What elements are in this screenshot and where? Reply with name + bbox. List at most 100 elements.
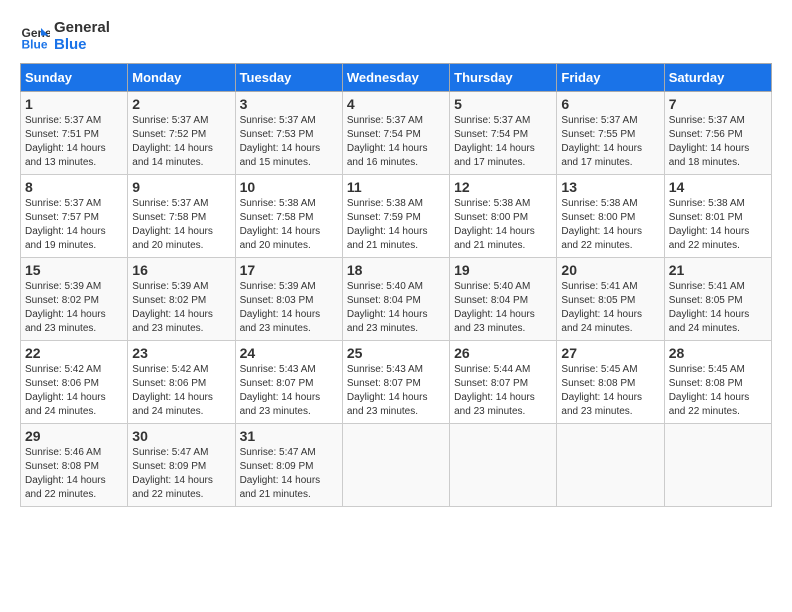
day-number: 31	[240, 428, 338, 444]
day-number: 21	[669, 262, 767, 278]
header-thursday: Thursday	[450, 64, 557, 92]
calendar-cell-22: 22 Sunrise: 5:42 AMSunset: 8:06 PMDayligh…	[21, 341, 128, 424]
day-info: Sunrise: 5:39 AMSunset: 8:02 PMDaylight:…	[25, 280, 123, 336]
header-friday: Friday	[557, 64, 664, 92]
day-info: Sunrise: 5:38 AMSunset: 8:00 PMDaylight:…	[561, 197, 659, 253]
calendar-cell-7: 7 Sunrise: 5:37 AMSunset: 7:56 PMDaylight…	[664, 92, 771, 175]
day-info: Sunrise: 5:37 AMSunset: 7:57 PMDaylight:…	[25, 197, 123, 253]
day-number: 20	[561, 262, 659, 278]
day-number: 6	[561, 96, 659, 112]
calendar-cell-29: 29Sunrise: 5:46 AMSunset: 8:08 PMDayligh…	[21, 424, 128, 507]
header-tuesday: Tuesday	[235, 64, 342, 92]
day-info: Sunrise: 5:37 AMSunset: 7:58 PMDaylight:…	[132, 197, 230, 253]
logo: General Blue General Blue	[20, 20, 110, 53]
day-info: Sunrise: 5:40 AMSunset: 8:04 PMDaylight:…	[347, 280, 445, 336]
day-number: 5	[454, 96, 552, 112]
calendar-week-1: 1 Sunrise: 5:37 AMSunset: 7:51 PMDaylight…	[21, 92, 772, 175]
day-info: Sunrise: 5:41 AMSunset: 8:05 PMDaylight:…	[669, 280, 767, 336]
calendar-week-5: 29Sunrise: 5:46 AMSunset: 8:08 PMDayligh…	[21, 424, 772, 507]
day-info: Sunrise: 5:45 AMSunset: 8:08 PMDaylight:…	[561, 363, 659, 419]
calendar-cell-5: 5 Sunrise: 5:37 AMSunset: 7:54 PMDaylight…	[450, 92, 557, 175]
svg-text:Blue: Blue	[22, 37, 48, 51]
calendar-cell-28: 28 Sunrise: 5:45 AMSunset: 8:08 PMDayligh…	[664, 341, 771, 424]
calendar-cell-1: 1 Sunrise: 5:37 AMSunset: 7:51 PMDaylight…	[21, 92, 128, 175]
day-number: 15	[25, 262, 123, 278]
day-info: Sunrise: 5:38 AMSunset: 7:59 PMDaylight:…	[347, 197, 445, 253]
logo-line2: Blue	[54, 37, 110, 54]
day-number: 16	[132, 262, 230, 278]
calendar-cell-30: 30Sunrise: 5:47 AMSunset: 8:09 PMDayligh…	[128, 424, 235, 507]
calendar-cell-27: 27 Sunrise: 5:45 AMSunset: 8:08 PMDayligh…	[557, 341, 664, 424]
day-info: Sunrise: 5:37 AMSunset: 7:53 PMDaylight:…	[240, 114, 338, 170]
day-number: 2	[132, 96, 230, 112]
day-info: Sunrise: 5:38 AMSunset: 7:58 PMDaylight:…	[240, 197, 338, 253]
day-info: Sunrise: 5:47 AMSunset: 8:09 PMDaylight:…	[240, 446, 338, 502]
day-info: Sunrise: 5:37 AMSunset: 7:55 PMDaylight:…	[561, 114, 659, 170]
calendar-cell-26: 26 Sunrise: 5:44 AMSunset: 8:07 PMDayligh…	[450, 341, 557, 424]
calendar-cell-empty	[450, 424, 557, 507]
day-number: 1	[25, 96, 123, 112]
calendar-table: SundayMondayTuesdayWednesdayThursdayFrid…	[20, 63, 772, 507]
calendar-week-4: 22 Sunrise: 5:42 AMSunset: 8:06 PMDayligh…	[21, 341, 772, 424]
day-number: 30	[132, 428, 230, 444]
day-info: Sunrise: 5:38 AMSunset: 8:01 PMDaylight:…	[669, 197, 767, 253]
day-number: 23	[132, 345, 230, 361]
calendar-week-2: 8Sunrise: 5:37 AMSunset: 7:57 PMDaylight…	[21, 175, 772, 258]
calendar-cell-9: 9 Sunrise: 5:37 AMSunset: 7:58 PMDaylight…	[128, 175, 235, 258]
day-number: 17	[240, 262, 338, 278]
day-number: 9	[132, 179, 230, 195]
day-number: 10	[240, 179, 338, 195]
day-info: Sunrise: 5:43 AMSunset: 8:07 PMDaylight:…	[347, 363, 445, 419]
day-number: 26	[454, 345, 552, 361]
day-number: 12	[454, 179, 552, 195]
calendar-cell-8: 8Sunrise: 5:37 AMSunset: 7:57 PMDaylight…	[21, 175, 128, 258]
calendar-cell-23: 23 Sunrise: 5:42 AMSunset: 8:06 PMDayligh…	[128, 341, 235, 424]
calendar-cell-20: 20 Sunrise: 5:41 AMSunset: 8:05 PMDayligh…	[557, 258, 664, 341]
logo-line1: General	[54, 20, 110, 37]
calendar-cell-19: 19Sunrise: 5:40 AMSunset: 8:04 PMDayligh…	[450, 258, 557, 341]
calendar-cell-21: 21 Sunrise: 5:41 AMSunset: 8:05 PMDayligh…	[664, 258, 771, 341]
calendar-cell-17: 17Sunrise: 5:39 AMSunset: 8:03 PMDayligh…	[235, 258, 342, 341]
day-number: 3	[240, 96, 338, 112]
calendar-cell-13: 13Sunrise: 5:38 AMSunset: 8:00 PMDayligh…	[557, 175, 664, 258]
day-info: Sunrise: 5:40 AMSunset: 8:04 PMDaylight:…	[454, 280, 552, 336]
day-info: Sunrise: 5:37 AMSunset: 7:54 PMDaylight:…	[454, 114, 552, 170]
day-number: 25	[347, 345, 445, 361]
day-number: 11	[347, 179, 445, 195]
day-number: 7	[669, 96, 767, 112]
calendar-week-3: 15 Sunrise: 5:39 AMSunset: 8:02 PMDayligh…	[21, 258, 772, 341]
day-info: Sunrise: 5:37 AMSunset: 7:56 PMDaylight:…	[669, 114, 767, 170]
day-number: 24	[240, 345, 338, 361]
page-header: General Blue General Blue	[20, 20, 772, 53]
header-sunday: Sunday	[21, 64, 128, 92]
calendar-cell-6: 6 Sunrise: 5:37 AMSunset: 7:55 PMDaylight…	[557, 92, 664, 175]
day-info: Sunrise: 5:41 AMSunset: 8:05 PMDaylight:…	[561, 280, 659, 336]
calendar-cell-11: 11 Sunrise: 5:38 AMSunset: 7:59 PMDayligh…	[342, 175, 449, 258]
day-info: Sunrise: 5:42 AMSunset: 8:06 PMDaylight:…	[25, 363, 123, 419]
day-number: 18	[347, 262, 445, 278]
day-info: Sunrise: 5:44 AMSunset: 8:07 PMDaylight:…	[454, 363, 552, 419]
header-saturday: Saturday	[664, 64, 771, 92]
day-info: Sunrise: 5:39 AMSunset: 8:02 PMDaylight:…	[132, 280, 230, 336]
day-number: 27	[561, 345, 659, 361]
day-info: Sunrise: 5:37 AMSunset: 7:51 PMDaylight:…	[25, 114, 123, 170]
calendar-cell-24: 24 Sunrise: 5:43 AMSunset: 8:07 PMDayligh…	[235, 341, 342, 424]
calendar-cell-16: 16 Sunrise: 5:39 AMSunset: 8:02 PMDayligh…	[128, 258, 235, 341]
calendar-cell-10: 10 Sunrise: 5:38 AMSunset: 7:58 PMDayligh…	[235, 175, 342, 258]
day-info: Sunrise: 5:38 AMSunset: 8:00 PMDaylight:…	[454, 197, 552, 253]
calendar-cell-3: 3 Sunrise: 5:37 AMSunset: 7:53 PMDaylight…	[235, 92, 342, 175]
calendar-cell-empty	[664, 424, 771, 507]
day-number: 22	[25, 345, 123, 361]
day-number: 4	[347, 96, 445, 112]
day-info: Sunrise: 5:42 AMSunset: 8:06 PMDaylight:…	[132, 363, 230, 419]
day-number: 28	[669, 345, 767, 361]
calendar-cell-18: 18 Sunrise: 5:40 AMSunset: 8:04 PMDayligh…	[342, 258, 449, 341]
calendar-header-row: SundayMondayTuesdayWednesdayThursdayFrid…	[21, 64, 772, 92]
day-info: Sunrise: 5:37 AMSunset: 7:52 PMDaylight:…	[132, 114, 230, 170]
calendar-cell-empty	[342, 424, 449, 507]
header-wednesday: Wednesday	[342, 64, 449, 92]
calendar-cell-12: 12 Sunrise: 5:38 AMSunset: 8:00 PMDayligh…	[450, 175, 557, 258]
day-info: Sunrise: 5:43 AMSunset: 8:07 PMDaylight:…	[240, 363, 338, 419]
header-monday: Monday	[128, 64, 235, 92]
day-info: Sunrise: 5:45 AMSunset: 8:08 PMDaylight:…	[669, 363, 767, 419]
